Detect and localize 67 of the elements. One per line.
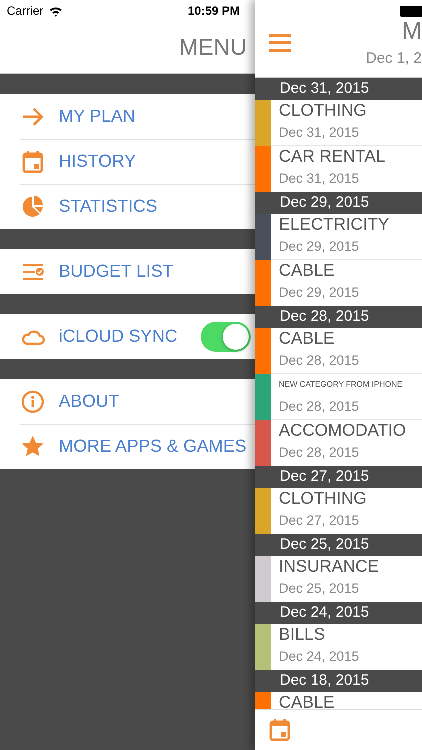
category-name: CAR RENTAL: [279, 146, 386, 168]
menu-item[interactable]: ABOUT: [0, 379, 255, 424]
section-header: Dec 25, 2015: [255, 534, 422, 556]
entry-date: Dec 28, 2015: [279, 444, 360, 462]
calendar-icon: [21, 150, 45, 174]
entry-date: Dec 24, 2015: [279, 648, 360, 666]
category-name: INSURANCE: [279, 556, 380, 578]
menu-item[interactable]: HISTORY: [0, 139, 255, 184]
category-name: CABLE: [279, 328, 336, 350]
status-time: 10:59 PM: [188, 4, 240, 18]
menu-label: HISTORY: [59, 151, 136, 172]
menu-title: MENU: [179, 34, 247, 61]
category-name: ACCOMODATIO: [279, 420, 408, 442]
expense-row[interactable]: CLOTHING Dec 27, 2015: [255, 488, 422, 534]
entry-date: Dec 28, 2015: [279, 352, 360, 370]
menu-icon[interactable]: [269, 34, 291, 52]
expense-row[interactable]: CLOTHING Dec 31, 2015: [255, 100, 422, 146]
plan-date: Dec 1, 2: [366, 50, 422, 67]
menu-label: STATISTICS: [59, 196, 158, 217]
info-icon: [21, 390, 45, 414]
category-name: CABLE: [279, 692, 336, 709]
wifi-icon: [48, 6, 63, 16]
expense-row[interactable]: NEW CATEGORY FROM IPHONE Dec 28, 2015: [255, 374, 422, 420]
pie-chart-icon: [21, 194, 45, 218]
entry-date: Dec 29, 2015: [279, 238, 360, 256]
section-header: Dec 31, 2015: [255, 78, 422, 100]
star-icon: [21, 434, 45, 458]
entry-date: Dec 31, 2015: [279, 170, 360, 188]
category-name: NEW CATEGORY FROM IPHONE: [279, 379, 404, 391]
menu-label: iCLOUD SYNC: [59, 326, 178, 347]
menu-label: MORE APPS & GAMES: [59, 436, 247, 457]
menu-label: ABOUT: [59, 391, 120, 412]
expense-row[interactable]: CAR RENTAL Dec 31, 2015: [255, 146, 422, 192]
expense-row[interactable]: ELECTRICITY Dec 29, 2015: [255, 214, 422, 260]
menu-item[interactable]: STATISTICS: [0, 184, 255, 229]
menu-label: MY PLAN: [59, 106, 136, 127]
expense-row[interactable]: BILLS Dec 24, 2015: [255, 624, 422, 670]
plan-title: M: [402, 18, 422, 46]
section-header: Dec 29, 2015: [255, 192, 422, 214]
category-name: ELECTRICITY: [279, 214, 391, 236]
expense-row[interactable]: CABLE Dec 29, 2015: [255, 260, 422, 306]
menu-item[interactable]: MORE APPS & GAMES: [0, 424, 255, 469]
battery-icon: [400, 6, 422, 16]
entry-date: Dec 29, 2015: [279, 284, 360, 302]
calendar-icon[interactable]: [268, 718, 292, 742]
menu-item[interactable]: BUDGET LIST: [0, 249, 255, 294]
category-name: CABLE: [279, 260, 336, 282]
entry-date: Dec 31, 2015: [279, 124, 360, 142]
carrier-label: Carrier: [7, 4, 44, 18]
sync-toggle[interactable]: [201, 322, 251, 352]
expense-row[interactable]: CABLE: [255, 692, 422, 709]
category-name: CLOTHING: [279, 488, 368, 510]
section-header: Dec 24, 2015: [255, 602, 422, 624]
expense-row[interactable]: INSURANCE Dec 25, 2015: [255, 556, 422, 602]
category-name: BILLS: [279, 624, 326, 646]
expense-row[interactable]: ACCOMODATIO Dec 28, 2015: [255, 420, 422, 466]
entry-date: Dec 28, 2015: [279, 398, 360, 416]
section-header: Dec 28, 2015: [255, 306, 422, 328]
entry-date: Dec 27, 2015: [279, 512, 360, 530]
expense-row[interactable]: CABLE Dec 28, 2015: [255, 328, 422, 374]
section-header: Dec 27, 2015: [255, 466, 422, 488]
category-name: CLOTHING: [279, 100, 368, 122]
menu-label: BUDGET LIST: [59, 261, 174, 282]
menu-item[interactable]: iCLOUD SYNC: [0, 314, 255, 359]
section-header: Dec 18, 2015: [255, 670, 422, 692]
entry-date: Dec 25, 2015: [279, 580, 360, 598]
menu-item[interactable]: MY PLAN: [0, 94, 255, 139]
